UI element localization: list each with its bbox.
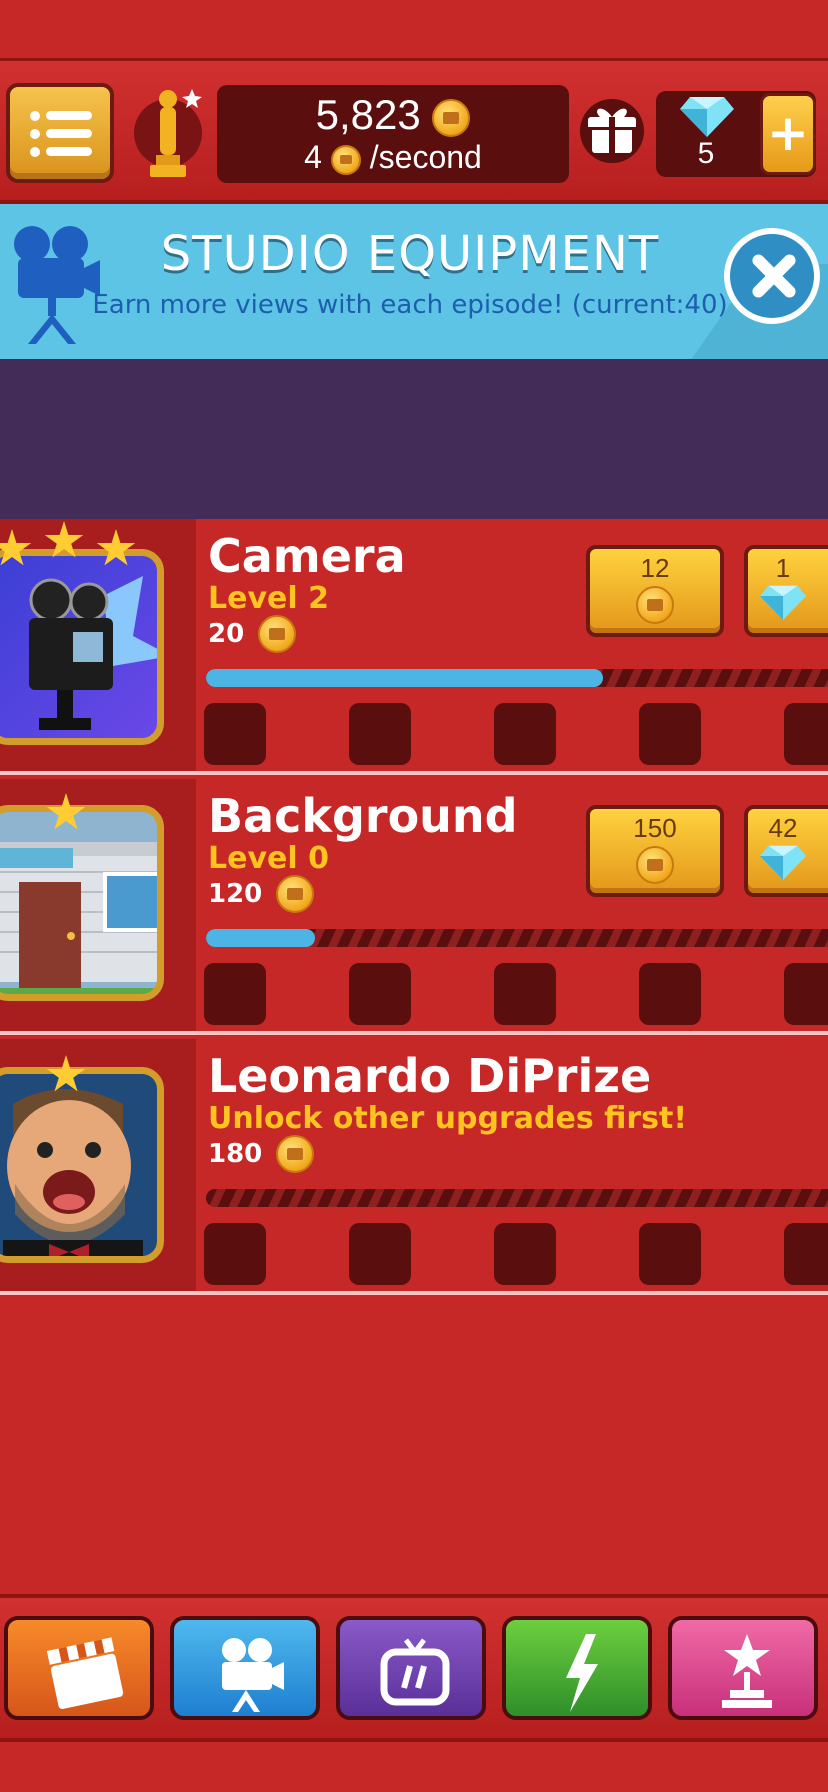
episode-slot [639,963,701,1025]
star-trophy-icon [722,1634,772,1708]
upgrade-locked-message: Unlock other upgrades first! [208,1101,688,1136]
buy-with-gems-button[interactable]: 1 [744,545,828,637]
views-value: 20 [208,619,245,649]
upgrade-name: Background [208,789,518,843]
views-value: 120 [208,879,263,909]
upgrade-row-leonardo: Leonardo DiPrize Unlock other upgrades f… [0,1039,828,1295]
coin-icon [276,1135,315,1173]
lightning-icon [566,1634,598,1712]
camera-thumbnail [0,549,164,745]
banner-ad-area [0,359,828,519]
top-bar: 5,823 4 /second 5 + [0,58,828,204]
upgrade-progress-bar [206,929,828,947]
episode-slot [639,1223,701,1285]
episode-slot [494,703,556,765]
gem-panel: 5 + [656,91,816,177]
gem-count: 5 [697,137,715,170]
episode-slot [349,963,411,1025]
coin-icon [636,846,674,884]
movie-camera-icon [14,226,100,344]
episode-slot [494,1223,556,1285]
upgrade-views: 20 [208,615,297,653]
currency-panel: 5,823 4 /second [217,85,569,183]
coin-icon [636,586,674,624]
coin-icon [330,144,361,175]
upgrade-row-background: Background Level 0 120 150 42 [0,779,828,1035]
movie-camera-icon [222,1638,284,1712]
gift-icon[interactable] [578,95,646,163]
episode-slot [349,703,411,765]
episode-slot [494,963,556,1025]
upgrade-progress-bar [206,1189,828,1207]
add-gems-button[interactable]: + [760,93,816,175]
nav-tab-equipment[interactable] [170,1616,320,1720]
upgrade-name: Camera [208,529,406,583]
diamond-icon [680,97,734,137]
episode-slot [784,963,828,1025]
episode-slot [204,703,266,765]
coin-balance: 5,823 [217,91,569,139]
clapperboard-icon [46,1637,124,1710]
diamond-icon [759,845,807,880]
actor-thumbnail [0,1067,164,1263]
buy-with-coins-button[interactable]: 12 [586,545,724,637]
page-subtitle: Earn more views with each episode! (curr… [92,290,728,320]
coin-price: 12 [640,553,670,583]
diamond-icon [759,585,807,620]
income-rate: 4 /second [217,139,569,176]
bottom-nav [0,1594,828,1742]
section-header: STUDIO EQUIPMENT Earn more views with ea… [0,204,828,359]
upgrade-views: 180 [208,1135,315,1173]
nav-tab-episodes[interactable] [4,1616,154,1720]
upgrade-views: 120 [208,875,315,913]
episode-slot [349,1223,411,1285]
views-value: 180 [208,1139,263,1169]
episode-slot [784,1223,828,1285]
nav-tab-tv[interactable] [336,1616,486,1720]
upgrade-name: Leonardo DiPrize [208,1049,652,1103]
episode-slot [639,703,701,765]
rate-value: 4 [304,139,322,175]
coin-count: 5,823 [315,91,421,138]
buy-with-gems-button[interactable]: 42 [744,805,828,897]
coin-icon [258,615,297,653]
episode-slot [784,703,828,765]
coin-icon [432,98,471,137]
gem-price: 1 [775,553,791,583]
page-title: STUDIO EQUIPMENT [160,226,660,282]
upgrade-progress-bar [206,669,828,687]
episode-slot [204,1223,266,1285]
tv-icon [380,1638,450,1706]
close-button[interactable] [724,228,820,324]
coin-icon [276,875,315,913]
upgrade-level: Level 0 [208,841,329,876]
menu-button[interactable] [6,83,114,183]
nav-tab-awards[interactable] [668,1616,818,1720]
gem-price: 42 [768,813,798,843]
buy-with-coins-button[interactable]: 150 [586,805,724,897]
rate-unit: /second [369,139,482,175]
nav-tab-boosts[interactable] [502,1616,652,1720]
upgrade-row-camera: Camera Level 2 20 12 1 [0,519,828,775]
upgrade-level: Level 2 [208,581,329,616]
background-thumbnail [0,805,164,1001]
trophy-icon[interactable] [130,81,206,189]
episode-slot [204,963,266,1025]
coin-price: 150 [633,813,677,843]
